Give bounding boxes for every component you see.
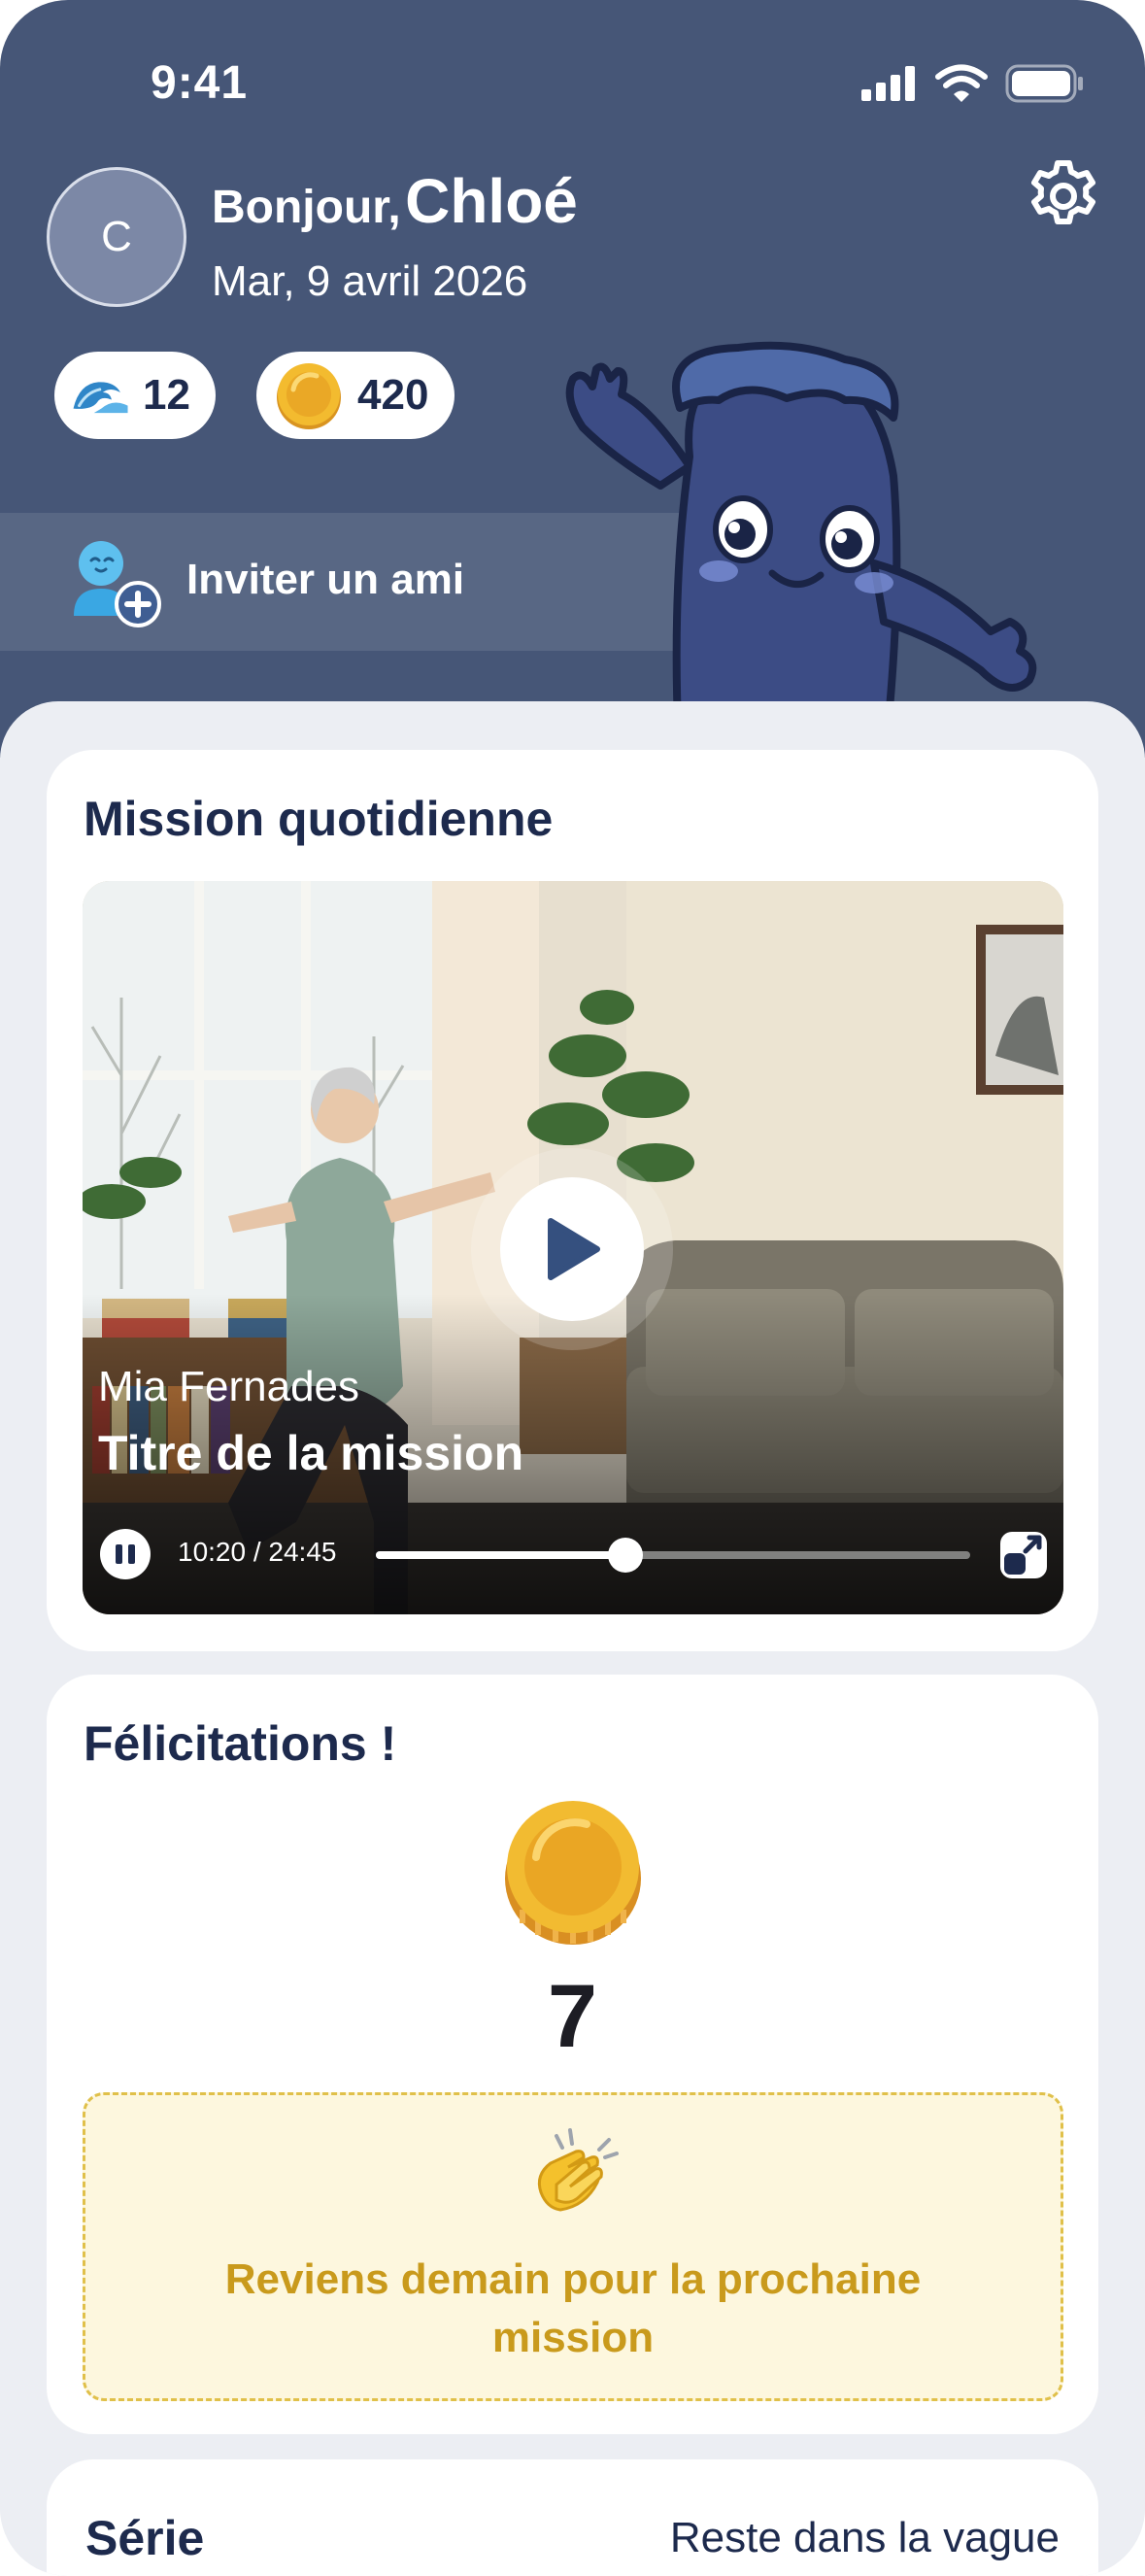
invite-label: Inviter un ami <box>186 556 465 603</box>
mission-title: Titre de la mission <box>98 1426 524 1480</box>
video-timecode: 10:20 / 24:45 <box>178 1537 337 1567</box>
mission-section-title: Mission quotidienne <box>84 792 554 846</box>
wifi-icon <box>935 64 988 102</box>
streak-badge[interactable]: 12 <box>54 352 216 439</box>
status-bar: 9:41 <box>0 0 1145 136</box>
content-sheet: Mission quotidienne Mia Fernades Titre d… <box>0 701 1145 2576</box>
add-friend-icon <box>74 541 161 627</box>
play-button[interactable] <box>500 1177 644 1321</box>
video-scrubber-handle[interactable] <box>608 1538 644 1573</box>
coin-icon <box>277 363 341 429</box>
congratulations-card: Félicitations ! 7 Reviens demain pour la… <box>47 1675 1098 2434</box>
pause-icon[interactable] <box>100 1529 151 1579</box>
avatar[interactable]: C <box>47 167 186 307</box>
play-icon <box>548 1218 600 1280</box>
status-icons <box>861 64 1085 103</box>
series-card: Série Reste dans la vague <box>47 2459 1098 2576</box>
coin-icon <box>505 1801 641 1945</box>
clapping-hands-icon <box>537 2128 619 2212</box>
daily-mission-card: Mission quotidienne Mia Fernades Titre d… <box>47 750 1098 1651</box>
video-progress-fill <box>376 1551 626 1559</box>
signal-icon <box>861 66 915 101</box>
mission-video-player[interactable]: Mia Fernades Titre de la mission 10:20 /… <box>83 881 1063 1614</box>
user-name: Chloé <box>405 166 578 236</box>
avatar-initial: C <box>101 213 132 260</box>
come-back-message: Reviens demain pour la prochaine mission <box>224 2255 922 2361</box>
battery-icon <box>1005 64 1083 103</box>
greeting-prefix: Bonjour, <box>212 182 401 233</box>
app-screen: 9:41 C Bonjour, Chloé Mar, 9 avril 2026 … <box>0 0 1145 2576</box>
gear-icon[interactable] <box>1025 157 1102 235</box>
coin-count: 420 <box>357 371 429 419</box>
coin-balance-badge[interactable]: 420 <box>256 352 455 439</box>
wave-icon <box>73 382 128 414</box>
home-header: 9:41 C Bonjour, Chloé Mar, 9 avril 2026 … <box>0 0 1145 767</box>
instructor-name: Mia Fernades <box>98 1363 360 1410</box>
current-date: Mar, 9 avril 2026 <box>212 257 528 305</box>
come-back-tomorrow-notice: Reviens demain pour la prochaine mission <box>83 2092 1063 2401</box>
streak-count: 12 <box>143 371 190 419</box>
series-title: Série <box>85 2511 205 2565</box>
fullscreen-icon[interactable] <box>998 1530 1049 1580</box>
status-time: 9:41 <box>151 57 249 109</box>
congratulations-title: Félicitations ! <box>84 1716 397 1771</box>
video-progress-bar[interactable] <box>376 1538 970 1573</box>
series-link[interactable]: Reste dans la vague <box>670 2514 1060 2562</box>
greeting: Bonjour, Chloé <box>212 165 578 237</box>
reward-amount: 7 <box>547 1967 598 2066</box>
